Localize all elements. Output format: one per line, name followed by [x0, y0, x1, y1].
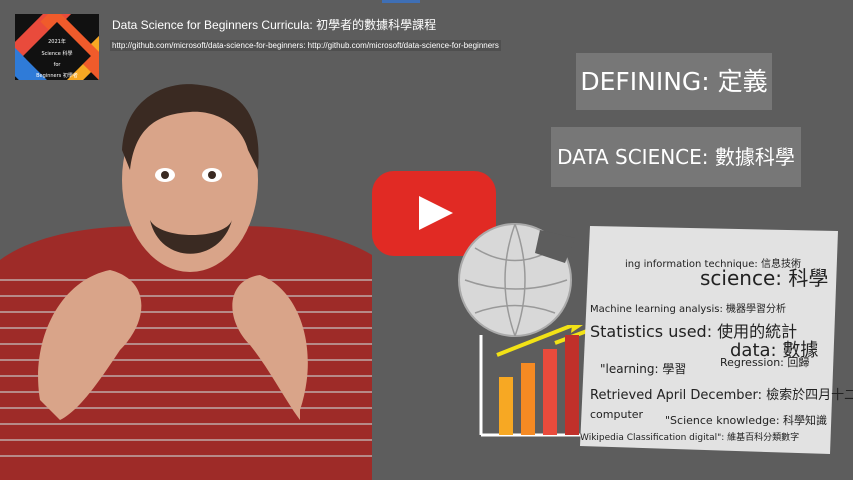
video-subtitle: http://github.com/microsoft/data-science… [110, 40, 501, 51]
label-defining: DEFINING: 定義 [576, 53, 772, 110]
logo-line-1: 2021年 [48, 39, 66, 45]
bar-chart-icon [479, 325, 585, 437]
word-3: Machine learning analysis: 機器學習分析 [590, 304, 787, 315]
video-title[interactable]: Data Science for Beginners Curricula: 初學… [112, 16, 436, 33]
word-cloud: ing information technique: 信息技術 science:… [580, 226, 853, 454]
word-8: Retrieved April December: 檢索於四月十二月 [590, 388, 853, 403]
play-icon [419, 196, 453, 230]
top-tab-indicator [382, 0, 420, 3]
word-10: "Science knowledge: 科學知識 [665, 414, 828, 427]
word-11: Wikipedia Classification digital": 維基百科分… [580, 433, 800, 443]
word-7: Regression: 回歸 [720, 356, 810, 369]
presenter-image [0, 80, 372, 480]
logo-line-4: Beginners 初學者 [36, 73, 78, 79]
word-6: "learning: 學習 [600, 362, 687, 376]
word-9: computer [590, 408, 644, 421]
word-2: science: 科學 [700, 266, 829, 290]
logo-line-3: for [53, 62, 61, 68]
logo-line-2: Science 科學 [41, 51, 73, 57]
label-data-science: DATA SCIENCE: 數據科學 [551, 127, 801, 187]
